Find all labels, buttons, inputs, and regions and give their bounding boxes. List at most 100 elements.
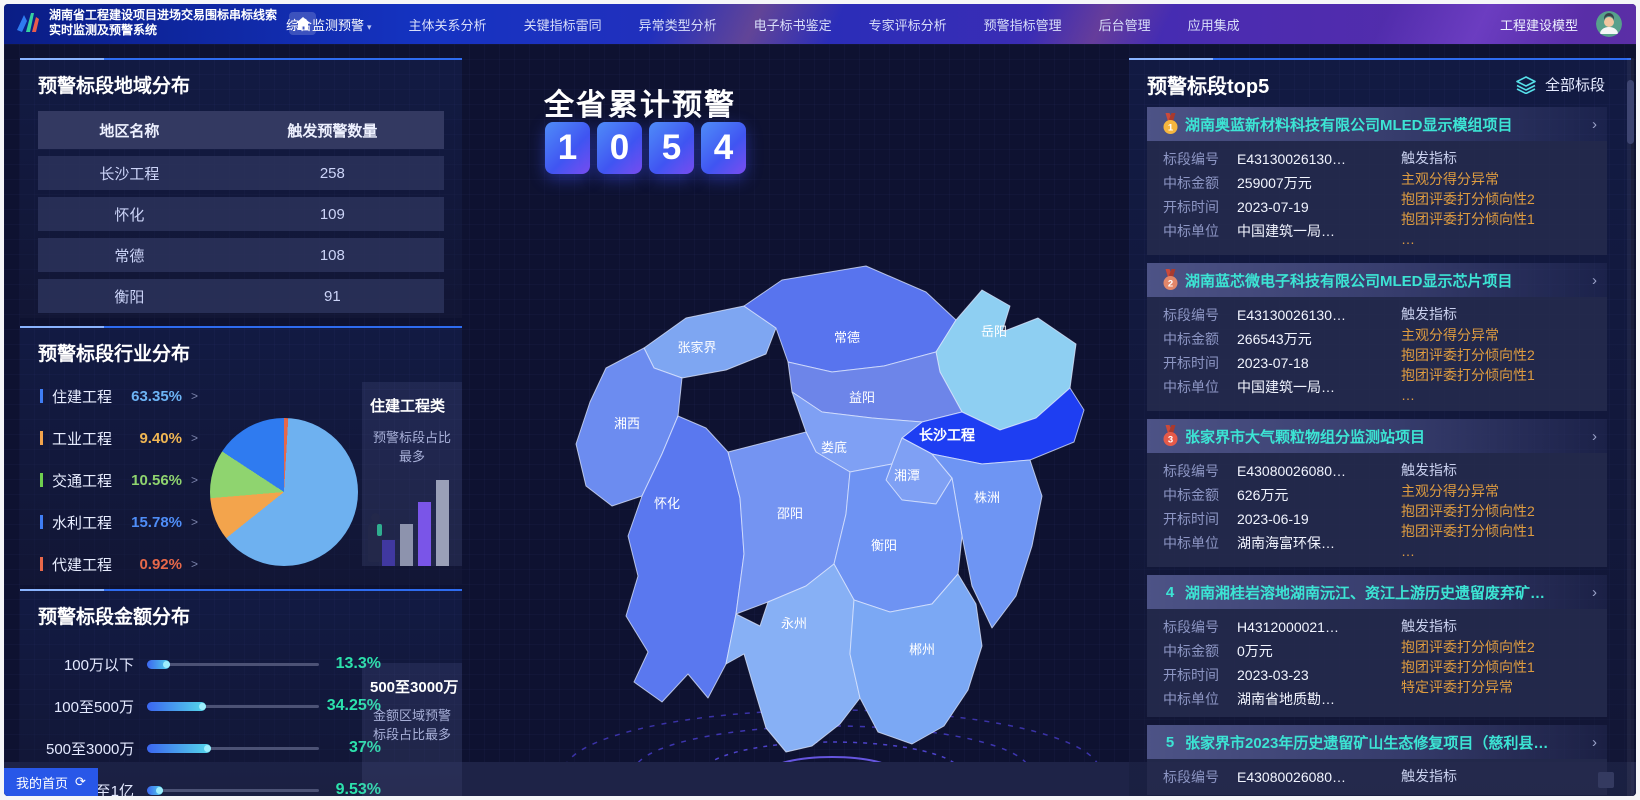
trigger-label: 触发指标 [1401,304,1595,325]
indicator-item: 抱团评委打分倾向性2 [1401,637,1595,657]
project-fields: 标段编号E43080026080…中标金额626万元开标时间2023-06-19… [1163,459,1401,561]
top5-card-body: 标段编号H4312000021…中标金额0万元开标时间2023-03-23中标单… [1147,609,1607,717]
nav-item-0[interactable]: 综合监测预警▾ [286,15,372,34]
top5-header: 预警标段top5 全部标段 [1129,60,1631,107]
industry-pie-chart[interactable] [210,418,358,566]
person-silhouette [371,513,380,522]
region-name: 长沙工程 [38,163,221,184]
brand: 湖南省工程建设项目进场交易围标串标线索 实时监测及预警系统 [14,8,316,38]
chevron-right-icon: > [191,515,198,529]
indicator-item: 主观分得分异常 [1401,325,1595,345]
chevron-right-icon[interactable]: › [1592,272,1597,289]
legend-percentage: 15.78% [126,514,182,531]
nav-item-1[interactable]: 主体关系分析 [409,15,487,34]
indicator-item: 抱团评委打分倾向性1 [1401,365,1595,385]
amount-highlight-desc: 金额区域预警标段占比最多 [370,706,454,744]
corner-widget[interactable] [1598,772,1614,788]
rank-badge: 2 [1155,269,1185,291]
region-warning-count: 108 [221,247,444,264]
trigger-label: 触发指标 [1401,148,1595,169]
legend-percentage: 0.92% [126,556,182,573]
panel-amount-distribution: 预警标段金额分布 100万以下13.3%100至500万34.25%500至30… [20,589,462,796]
total-warning-counter: 1054 [545,122,746,174]
top5-card-3[interactable]: 3张家界市大气颗粒物组分监测站项目› 标段编号E43080026080…中标金额6… [1147,419,1607,567]
project-fields: 标段编号E43080026080… [1163,765,1401,789]
map-label-hengyang: 衡阳 [871,538,897,553]
map-label-loudi: 娄底 [821,440,847,455]
nav-item-4[interactable]: 电子标书鉴定 [754,15,832,34]
chevron-right-icon[interactable]: › [1592,116,1597,133]
chevron-right-icon[interactable]: › [1592,734,1597,751]
field-label: 开标时间 [1163,665,1237,685]
medal-3-icon: 3 [1162,425,1179,447]
legend-item-代建工程[interactable]: 代建工程0.92%> [40,543,198,585]
legend-item-水利工程[interactable]: 水利工程15.78%> [40,501,198,543]
app-logo-icon [14,9,42,37]
top5-card-5[interactable]: 5张家界市2023年历史遗留矿山生态修复项目（慈利县…›标段编号E4308002… [1147,725,1607,795]
legend-item-交通工程[interactable]: 交通工程10.56%> [40,459,198,501]
industry-highlight-title: 住建工程类 [370,395,454,416]
field-label: 中标单位 [1163,689,1237,709]
field-value: H4312000021… [1237,619,1339,635]
top5-card-2[interactable]: 2湖南蓝芯微电子科技有限公司MLED显示芯片项目›标段编号E4313002613… [1147,263,1607,411]
field-label: 中标金额 [1163,329,1237,349]
medal-1-icon: 1 [1162,113,1179,135]
my-homepage-button[interactable]: 我的首页 ⟳ [4,768,98,796]
amount-bar-track [147,789,319,792]
region-warning-count: 91 [221,288,444,305]
page-scrollbar[interactable] [1627,58,1634,796]
industry-highlight-desc: 预警标段占比最多 [370,428,454,466]
top5-card-4[interactable]: 4湖南湘桂岩溶地湖南沅江、资江上游历史遗留废弃矿…›标段编号H431200002… [1147,575,1607,717]
all-sections-link[interactable]: 全部标段 [1516,74,1605,95]
field-row: 开标时间2023-07-19 [1163,195,1401,219]
legend-item-工业工程[interactable]: 工业工程9.40%> [40,417,198,459]
illus-bar [382,540,395,566]
model-switch-label[interactable]: 工程建设模型 [1500,15,1578,34]
user-avatar[interactable] [1596,11,1622,37]
region-table-body: 长沙工程258怀化109常德108衡阳91 [38,156,444,313]
field-value: E43130026130… [1237,151,1346,167]
indicator-item: 抱团评委打分倾向性1 [1401,521,1595,541]
nav-item-3[interactable]: 异常类型分析 [639,15,717,34]
top5-list: 1湖南奥蓝新材料科技有限公司MLED显示模组项目› 标段编号 E4313002613… [1129,107,1631,795]
chevron-right-icon[interactable]: › [1592,428,1597,445]
legend-percentage: 9.40% [126,430,182,447]
field-label: 中标金额 [1163,641,1237,661]
top5-card-header: 1湖南奥蓝新材料科技有限公司MLED显示模组项目› [1147,107,1607,141]
bar-person-illustration [362,474,462,566]
rank-badge: 1 [1155,113,1185,135]
top5-card-1[interactable]: 1湖南奥蓝新材料科技有限公司MLED显示模组项目›标段编号E4313002613… [1147,107,1607,255]
svg-text:1: 1 [1167,123,1173,134]
top5-title: 预警标段top5 [1147,70,1516,99]
scrollbar-thumb[interactable] [1627,80,1634,144]
amount-bar-fill [147,660,170,669]
region-warning-count: 258 [221,165,444,182]
legend-name: 工业工程 [52,428,126,449]
legend-name: 代建工程 [52,554,126,575]
legend-name: 交通工程 [52,470,126,491]
header-right: 工程建设模型 [1500,4,1622,44]
region-col-header: 地区名称 [38,120,221,141]
region-row: 怀化109 [38,197,444,231]
svg-text:3: 3 [1167,435,1172,446]
nav-item-6[interactable]: 预警指标管理 [984,15,1062,34]
nav-item-8[interactable]: 应用集成 [1188,15,1240,34]
field-label: 标段编号 [1163,461,1237,481]
legend-item-住建工程[interactable]: 住建工程63.35%> [40,375,198,417]
field-value: 中国建筑一局… [1237,377,1335,397]
field-label: 开标时间 [1163,197,1237,217]
indicator-item: 抱团评委打分倾向性2 [1401,501,1595,521]
trigger-indicators: 触发指标抱团评委打分倾向性2抱团评委打分倾向性1特定评委打分异常 [1401,615,1595,711]
indicator-item: … [1401,541,1595,561]
chevron-right-icon[interactable]: › [1592,584,1597,601]
region-col-header: 触发预警数量 [221,120,444,141]
top5-card-header: 3张家界市大气颗粒物组分监测站项目› [1147,419,1607,453]
amount-bar-fill [147,786,163,795]
nav-item-5[interactable]: 专家评标分析 [869,15,947,34]
nav-item-2[interactable]: 关键指标雷同 [524,15,602,34]
nav-item-7[interactable]: 后台管理 [1099,15,1151,34]
chevron-right-icon: > [191,389,198,403]
industry-highlight-card: 住建工程类 预警标段占比最多 [362,382,462,566]
region-row: 衡阳91 [38,279,444,313]
legend-percentage: 10.56% [126,472,182,489]
